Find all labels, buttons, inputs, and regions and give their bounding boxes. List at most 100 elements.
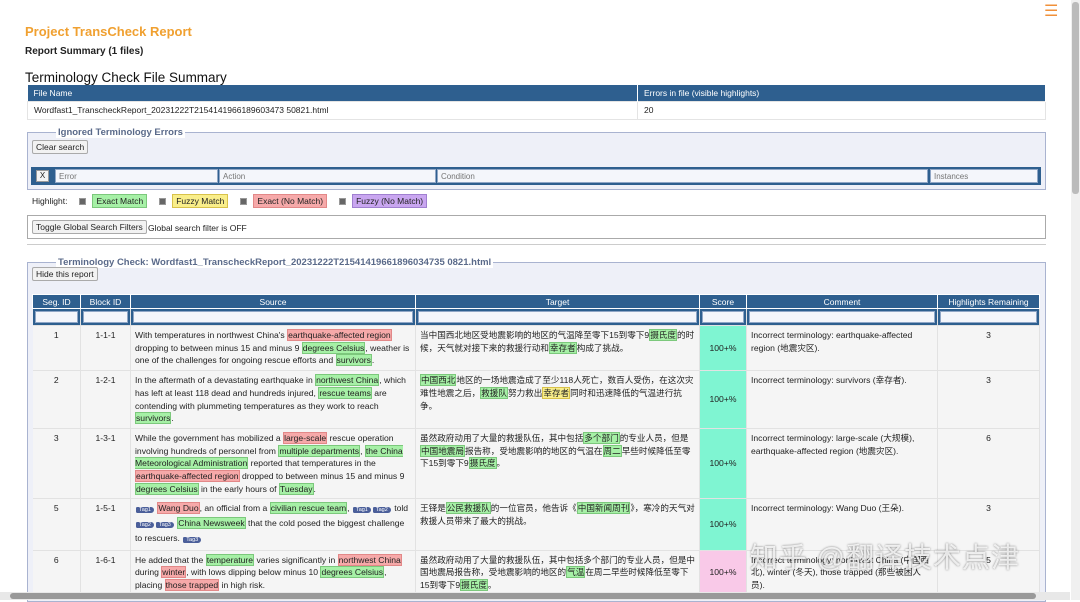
block-id-filter-input[interactable] bbox=[83, 311, 128, 323]
exact-match-term: rescue teams bbox=[318, 386, 372, 399]
tag-marker: Tag2 bbox=[136, 522, 154, 529]
exact-no-match-checkbox[interactable] bbox=[240, 197, 248, 205]
text-segment: 。 bbox=[496, 458, 506, 469]
comment-cell: Incorrect terminology: large-scale (大规模)… bbox=[746, 428, 938, 500]
target-cell: 中国西北地区的一场地震造成了至少118人死亡，数百人受伤，在这次灾难性地震之后，… bbox=[415, 370, 700, 429]
comment-cell: Incorrect terminology: earthquake-affect… bbox=[746, 325, 938, 372]
tag-marker: Tag3 bbox=[183, 536, 202, 543]
score-cell: 100+% bbox=[699, 550, 747, 596]
target-cell: 当中国西北地区受地震影响的地区的气温降至零下15到零下9摄氏度的时候，天气就对接… bbox=[415, 325, 700, 372]
highlights-remaining-cell: 3 bbox=[937, 370, 1040, 429]
text-segment: in the early hours of bbox=[198, 483, 279, 494]
toggle-global-filters-button[interactable]: Toggle Global Search Filters bbox=[32, 220, 147, 234]
text-segment: 报告称，受地震影响的地区的气温在 bbox=[464, 445, 603, 456]
ignored-errors-legend: Ignored Terminology Errors bbox=[56, 127, 185, 138]
exact-match-term: civilian rescue team bbox=[269, 502, 348, 515]
col-highlights-remaining[interactable]: Highlights Remaining bbox=[937, 294, 1040, 309]
file-summary-heading: Terminology Check File Summary bbox=[25, 70, 227, 85]
col-errors: Errors in file (visible highlights) bbox=[637, 85, 1046, 101]
target-filter-input[interactable] bbox=[418, 311, 697, 323]
column-filter-cell bbox=[699, 308, 747, 326]
comment-cell: Incorrect terminology: survivors (幸存者). bbox=[746, 370, 938, 429]
highlights-remaining-cell: 3 bbox=[937, 325, 1040, 372]
global-filter-panel: Toggle Global Search Filters Global sear… bbox=[27, 215, 1046, 239]
text-segment: . bbox=[313, 483, 316, 494]
exact-match-term: degrees Celsius bbox=[320, 566, 385, 579]
text-segment: 构成了挑战。 bbox=[576, 342, 629, 353]
source-cell: He added that the temperature varies sig… bbox=[130, 550, 416, 596]
col-source[interactable]: Source bbox=[130, 294, 416, 309]
error-filter-input[interactable] bbox=[55, 169, 218, 183]
divider bbox=[27, 244, 1046, 245]
text-segment: dropping to between minus 15 and minus 9 bbox=[135, 342, 302, 353]
table-row: 1 1-1-1 With temperatures in northwest Chi… bbox=[32, 325, 1040, 372]
col-block-id[interactable]: Block ID bbox=[80, 294, 131, 309]
hide-report-button[interactable]: Hide this report bbox=[32, 267, 98, 281]
exact-match-term: 摄氏度 bbox=[460, 578, 488, 591]
menu-icon[interactable]: ☰ bbox=[1044, 4, 1060, 20]
exact-match-term: 公民救援队 bbox=[445, 502, 491, 515]
exact-no-match-term: those trapped bbox=[164, 578, 220, 591]
text-segment: While the government has mobilized a bbox=[135, 432, 284, 443]
highlights-remaining-cell: 6 bbox=[937, 428, 1040, 500]
exact-match-term: 幸存者 bbox=[548, 341, 577, 354]
source-cell: Tag1 Wang Duo, an official from a civili… bbox=[130, 498, 416, 551]
block-id-cell: 1-2-1 bbox=[80, 370, 131, 429]
scrollbar-thumb[interactable] bbox=[1072, 2, 1079, 194]
exact-no-match-term: northwest China bbox=[337, 553, 402, 566]
source-filter-input[interactable] bbox=[133, 311, 413, 323]
scrollbar-thumb[interactable] bbox=[10, 593, 1036, 599]
block-id-cell: 1-6-1 bbox=[80, 550, 131, 596]
action-filter-input[interactable] bbox=[219, 169, 436, 183]
clear-filter-x-button[interactable]: X bbox=[36, 170, 49, 182]
errors-cell: 20 bbox=[637, 100, 1046, 120]
condition-filter-input[interactable] bbox=[437, 169, 928, 183]
col-seg-id[interactable]: Seg. ID bbox=[32, 294, 81, 309]
exact-no-match-term: winter bbox=[161, 566, 187, 579]
text-segment: varies significantly in bbox=[254, 554, 338, 565]
seg-id-filter-input[interactable] bbox=[34, 311, 78, 323]
table-row: 2 1-2-1 In the aftermath of a devastating … bbox=[32, 370, 1040, 429]
fuzzy-no-match-checkbox[interactable] bbox=[339, 197, 347, 205]
exact-match-checkbox[interactable] bbox=[79, 197, 87, 205]
exact-match-term: 多个部门 bbox=[583, 431, 620, 444]
comment-filter-input[interactable] bbox=[749, 311, 935, 323]
seg-id-cell: 6 bbox=[32, 550, 81, 596]
exact-match-term: degrees Celsius bbox=[135, 482, 199, 495]
instances-filter-input[interactable] bbox=[930, 169, 1038, 183]
exact-match-term: 中国新闻周刊 bbox=[576, 502, 631, 515]
horizontal-scrollbar[interactable] bbox=[0, 592, 1070, 600]
text-segment: , bbox=[347, 503, 352, 514]
text-segment: He added that the bbox=[135, 554, 206, 565]
clear-search-button[interactable]: Clear search bbox=[32, 140, 89, 154]
block-id-cell: 1-3-1 bbox=[80, 428, 131, 500]
text-segment: 的专业人员，但是 bbox=[619, 432, 689, 443]
exact-no-match-term: large-scale bbox=[283, 431, 328, 444]
vertical-scrollbar[interactable] bbox=[1071, 0, 1080, 600]
target-cell: 虽然政府动用了大量的救援队伍，其中包括多个部门的专业人员，但是中国地震局报告称，… bbox=[415, 428, 700, 500]
score-filter-input[interactable] bbox=[702, 311, 744, 323]
target-cell: 虽然政府动用了大量的救援队伍，其中包括多个部门的专业人员，但是中国地震局报告称，… bbox=[415, 550, 700, 596]
col-target[interactable]: Target bbox=[415, 294, 700, 309]
text-segment: in high risk. bbox=[219, 579, 266, 590]
text-segment: 虽然政府动用了大量的救援队伍，其中包括 bbox=[420, 432, 584, 443]
exact-match-term: survivors bbox=[335, 354, 372, 367]
file-summary-table: File Name Errors in file (visible highlig… bbox=[27, 85, 1046, 120]
column-filter-cell bbox=[746, 308, 938, 326]
col-score[interactable]: Score bbox=[699, 294, 747, 309]
highlights-remaining-filter-input[interactable] bbox=[940, 311, 1037, 323]
tag-marker: Tag3 bbox=[155, 522, 174, 529]
text-segment: In the aftermath of a devastating earthq… bbox=[135, 375, 316, 386]
page-title: Project TransCheck Report bbox=[25, 24, 192, 39]
fuzzy-match-label: Fuzzy Match bbox=[172, 194, 229, 208]
score-cell: 100+% bbox=[699, 325, 747, 372]
fuzzy-match-term: 幸存者 bbox=[542, 386, 571, 399]
text-segment: . bbox=[371, 355, 375, 366]
col-comment[interactable]: Comment bbox=[746, 294, 938, 309]
col-file-name: File Name bbox=[27, 85, 638, 101]
column-filter-cell bbox=[80, 308, 131, 326]
exact-no-match-term: earthquake-affected region bbox=[135, 470, 240, 483]
source-cell: With temperatures in northwest China's e… bbox=[130, 325, 416, 372]
fuzzy-match-checkbox[interactable] bbox=[159, 197, 167, 205]
exact-match-term: 摄氏度 bbox=[649, 329, 677, 341]
